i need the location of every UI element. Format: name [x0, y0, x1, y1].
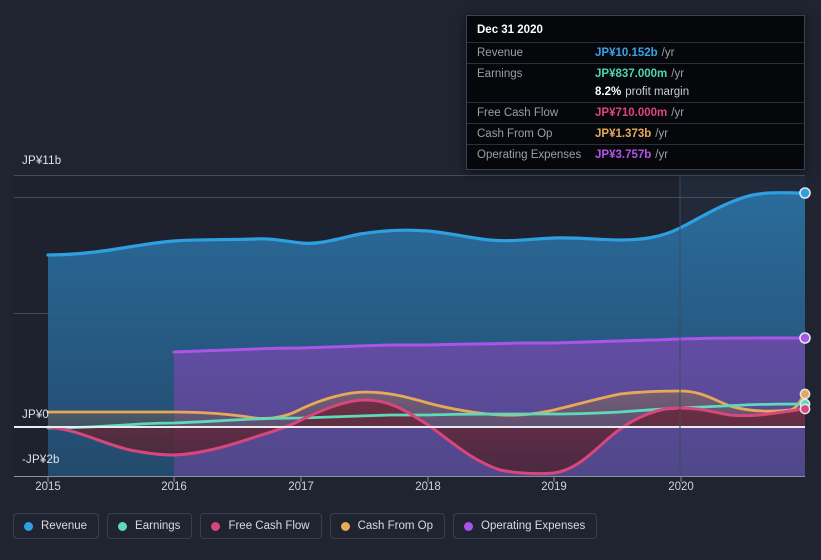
- endpoint-marker-cfo: [799, 388, 811, 400]
- x-axis-label-2016: 2016: [161, 481, 187, 493]
- tooltip-row-operating-expenses: Operating Expenses JP¥3.757b /yr: [467, 144, 804, 165]
- y-axis-label-min: -JP¥2b: [22, 454, 60, 466]
- tooltip-unit-earnings: /yr: [671, 68, 685, 80]
- legend-dot-free-cash-flow: [211, 521, 221, 531]
- endpoint-marker-revenue: [799, 187, 811, 199]
- legend-item-earnings[interactable]: Earnings: [107, 513, 193, 539]
- legend-item-revenue[interactable]: Revenue: [13, 513, 100, 539]
- legend-item-free-cash-flow[interactable]: Free Cash Flow: [200, 513, 322, 539]
- legend-label-earnings: Earnings: [135, 520, 181, 532]
- tooltip-row-profit-margin: 8.2% profit margin: [467, 84, 804, 102]
- tooltip-row-revenue: Revenue JP¥10.152b /yr: [467, 42, 804, 63]
- y-axis-label-zero: JP¥0: [22, 409, 50, 421]
- legend-dot-cash-from-op: [340, 521, 350, 531]
- tooltip-value-earnings: JP¥837.000m: [595, 68, 668, 80]
- tooltip-label-profit-margin: profit margin: [625, 86, 690, 98]
- y-axis-label-max: JP¥11b: [22, 155, 62, 167]
- tooltip-unit-cash-from-op: /yr: [655, 128, 669, 140]
- legend-label-free-cash-flow: Free Cash Flow: [228, 520, 310, 532]
- tooltip-unit-revenue: /yr: [661, 47, 675, 59]
- tooltip-unit-free-cash-flow: /yr: [671, 107, 685, 119]
- x-axis-label-2018: 2018: [415, 481, 441, 493]
- tooltip-row-earnings: Earnings JP¥837.000m /yr: [467, 63, 804, 84]
- tooltip-unit-operating-expenses: /yr: [655, 149, 669, 161]
- tooltip-row-free-cash-flow: Free Cash Flow JP¥710.000m /yr: [467, 102, 804, 123]
- legend-item-operating-expenses[interactable]: Operating Expenses: [453, 513, 598, 539]
- endpoint-marker-fcf: [799, 403, 811, 415]
- endpoint-marker-opex: [799, 332, 811, 344]
- tooltip-key-revenue: Revenue: [477, 47, 524, 59]
- tooltip-value-operating-expenses: JP¥3.757b: [595, 149, 652, 161]
- tooltip-value-revenue: JP¥10.152b: [595, 47, 658, 59]
- chart-legend: Revenue Earnings Free Cash Flow Cash Fro…: [13, 513, 598, 539]
- legend-dot-operating-expenses: [464, 521, 474, 531]
- tooltip-key-operating-expenses: Operating Expenses: [477, 149, 582, 161]
- legend-item-cash-from-op[interactable]: Cash From Op: [329, 513, 446, 539]
- legend-dot-revenue: [24, 521, 33, 531]
- legend-label-revenue: Revenue: [41, 520, 88, 532]
- tooltip-key-free-cash-flow: Free Cash Flow: [477, 107, 559, 119]
- tooltip-key-earnings: Earnings: [477, 68, 523, 80]
- tooltip-row-cash-from-op: Cash From Op JP¥1.373b /yr: [467, 123, 804, 144]
- x-axis-label-2015: 2015: [35, 481, 61, 493]
- legend-label-operating-expenses: Operating Expenses: [481, 520, 586, 532]
- tooltip-value-free-cash-flow: JP¥710.000m: [595, 107, 668, 119]
- tooltip-date: Dec 31 2020: [477, 24, 543, 36]
- chart-tooltip: Dec 31 2020 Revenue JP¥10.152b /yr Earni…: [466, 15, 805, 170]
- x-axis-label-2020: 2020: [668, 481, 694, 493]
- tooltip-value-profit-margin: 8.2%: [595, 86, 622, 98]
- legend-dot-earnings: [118, 521, 128, 531]
- legend-label-cash-from-op: Cash From Op: [357, 520, 434, 532]
- tooltip-key-cash-from-op: Cash From Op: [477, 128, 553, 140]
- x-axis-label-2017: 2017: [288, 481, 314, 493]
- x-axis-label-2019: 2019: [541, 481, 567, 493]
- tooltip-value-cash-from-op: JP¥1.373b: [595, 128, 652, 140]
- financial-chart: JP¥11b JP¥0 -JP¥2b 2015 2016 2017 2018 2…: [0, 0, 821, 560]
